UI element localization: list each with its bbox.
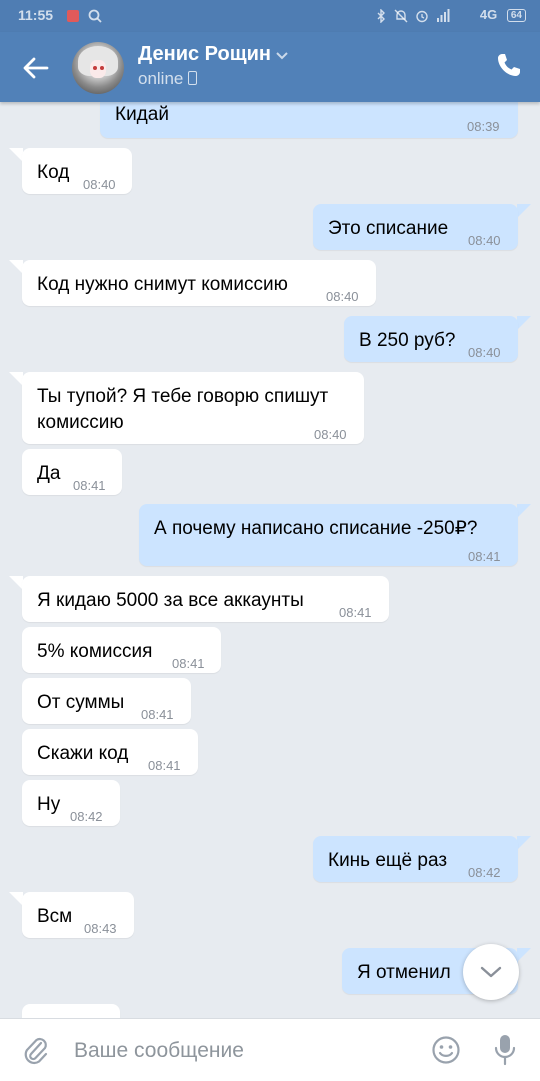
message-time: 08:40 [468, 345, 501, 360]
message-time: 08:41 [148, 758, 181, 773]
message-time: 08:42 [70, 809, 103, 824]
message-text: Код нужно снимут комиссию [37, 274, 288, 295]
network-type: 4G [479, 7, 498, 22]
bubble-tail [9, 576, 23, 590]
message-text-line2: комиссию [37, 412, 124, 433]
message-text: Я кидаю 5000 за все аккаунты [37, 590, 304, 611]
message-outgoing[interactable]: А почему написано списание -250₽? 08:41 [139, 504, 518, 566]
message-time: 08:41 [73, 478, 106, 493]
paperclip-icon[interactable] [22, 1035, 50, 1065]
bubble-tail [517, 204, 531, 218]
message-text: Кинь ещё раз [328, 850, 448, 871]
message-text-line1: Ты тупой? Я тебе говорю спишут [37, 386, 329, 407]
status-text: online [138, 69, 184, 88]
bubble-tail [517, 504, 531, 518]
message-outgoing[interactable]: В 250 руб? 08:40 [344, 316, 518, 362]
message-input[interactable] [72, 1033, 416, 1069]
message-time: 08:39 [467, 119, 500, 134]
message-time: 08:41 [141, 707, 174, 722]
message-time: 08:41 [172, 656, 205, 671]
message-time: 08:40 [314, 427, 347, 442]
message-list[interactable]: Кидай 08:39 Код 08:40 Это списание 08:40… [0, 102, 540, 1018]
message-incoming[interactable]: Код 08:40 [22, 148, 132, 194]
mobile-icon [188, 71, 198, 85]
status-time: 11:55 [18, 7, 54, 23]
message-incoming[interactable]: Скажи код 08:41 [22, 729, 198, 775]
bubble-tail [517, 316, 531, 330]
message-time: 08:42 [468, 865, 501, 880]
contact-name[interactable]: Денис Рощин [138, 43, 271, 66]
bubble-tail [517, 836, 531, 850]
message-text: В 250 руб? [359, 330, 456, 351]
chevron-down-icon[interactable] [275, 48, 289, 62]
bubble-tail [517, 948, 531, 962]
message-time: 08:41 [339, 605, 372, 620]
bubble-tail [9, 260, 23, 274]
scroll-down-button[interactable] [463, 944, 519, 1000]
message-time: 08:40 [326, 289, 359, 304]
mute-bell-icon [394, 9, 408, 23]
bubble-tail [9, 892, 23, 906]
bubble-tail [9, 372, 23, 386]
message-time: 08:40 [83, 177, 116, 192]
message-text: Да [37, 463, 61, 484]
message-text: Скажи код [37, 743, 129, 764]
status-bar: 11:55 4G 64 [0, 0, 540, 32]
message-incoming[interactable]: Код нужно снимут комиссию 08:40 [22, 260, 376, 306]
message-incoming[interactable]: Да 08:41 [22, 449, 122, 495]
bluetooth-icon [377, 9, 385, 23]
emoji-icon[interactable] [431, 1035, 461, 1065]
message-composer [0, 1018, 540, 1081]
message-text: Я отменил [357, 962, 451, 983]
message-incoming[interactable]: От суммы 08:41 [22, 678, 191, 724]
chat-header: Денис Рощин online [0, 32, 540, 102]
contact-status: online [138, 69, 198, 89]
phone-icon[interactable] [496, 52, 522, 78]
bubble-tail [9, 148, 23, 162]
message-text: Всм [37, 906, 73, 927]
message-text: Ну [37, 794, 61, 815]
message-incoming[interactable]: 5% комиссия 08:41 [22, 627, 221, 673]
message-text: Код [37, 162, 70, 183]
message-text: Кидай [115, 104, 169, 125]
message-incoming[interactable]: Ты тупой? Я тебе говорю спишут комиссию … [22, 372, 364, 444]
message-time: 08:43 [84, 921, 117, 936]
message-text: От суммы [37, 692, 125, 713]
message-time: 08:41 [468, 549, 501, 564]
status-right: 4G 64 [480, 7, 526, 22]
message-outgoing[interactable]: Кидай 08:39 [100, 102, 518, 138]
message-text: 5% комиссия [37, 641, 153, 662]
chevron-down-icon [480, 966, 502, 978]
search-icon [88, 9, 102, 23]
notification-icon [67, 10, 79, 22]
message-incoming[interactable]: Я кидаю 5000 за все аккаунты 08:41 [22, 576, 389, 622]
message-time: 08:40 [468, 233, 501, 248]
battery-icon: 64 [506, 9, 526, 22]
alarm-icon [416, 10, 428, 23]
message-incoming[interactable]: Всм 08:43 [22, 892, 134, 938]
message-incoming[interactable]: Ну 08:42 [22, 780, 120, 826]
message-outgoing[interactable]: Это списание 08:40 [313, 204, 518, 250]
message-outgoing[interactable]: Кинь ещё раз 08:42 [313, 836, 518, 882]
signal-icon [437, 9, 450, 22]
message-text: Это списание [328, 218, 449, 239]
avatar[interactable] [72, 42, 124, 94]
message-incoming[interactable] [22, 1004, 120, 1018]
microphone-icon[interactable] [493, 1033, 517, 1067]
back-arrow-icon[interactable] [22, 54, 50, 82]
message-text: А почему написано списание -250₽? [154, 518, 478, 539]
